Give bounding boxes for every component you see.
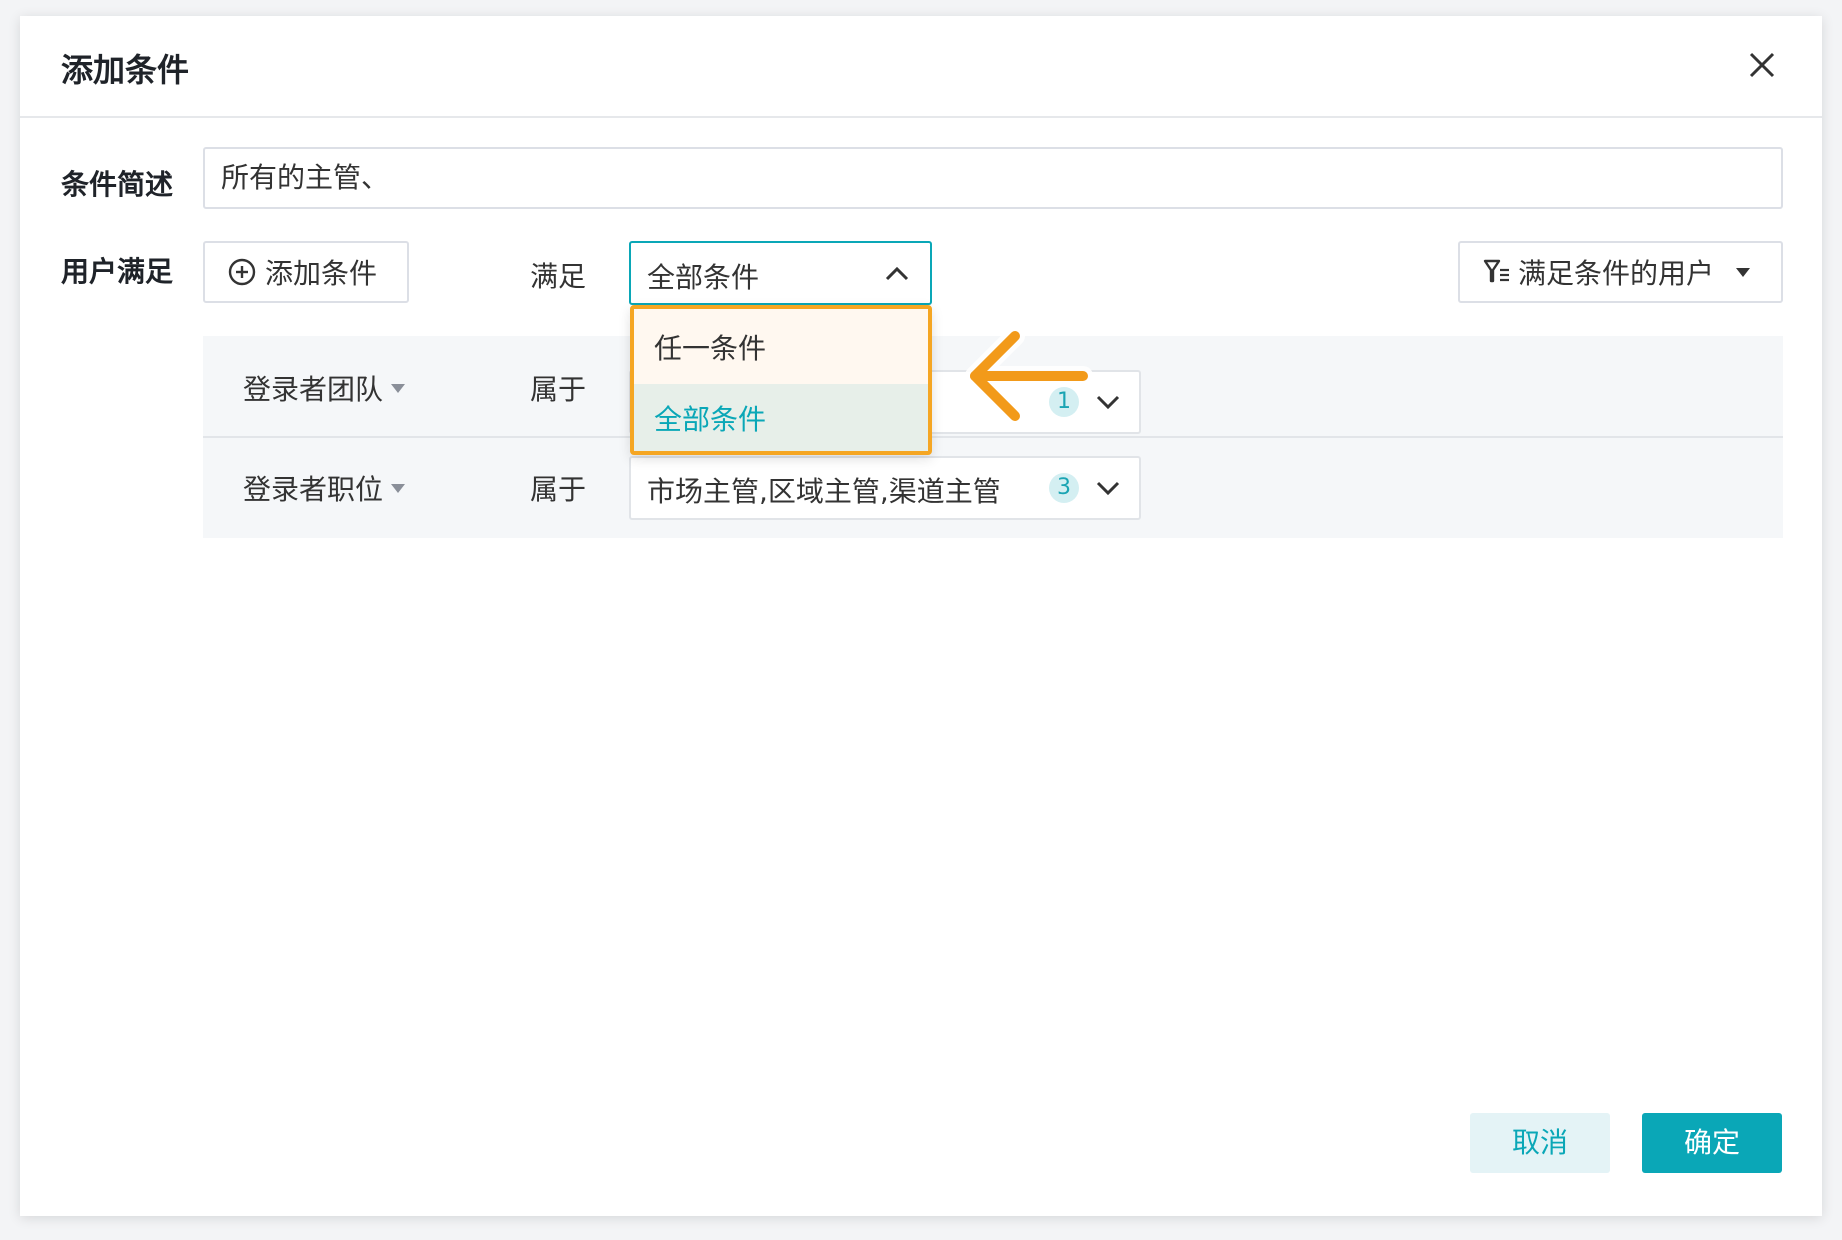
match-label: 满足 [530, 260, 587, 293]
add-condition-dialog: 添加条件 条件简述 所有的主管、 用户满足 添加条件 满足 全部条件 满足条件的… [20, 16, 1822, 1216]
count-badge: 3 [1049, 473, 1079, 503]
condition-field-select[interactable]: 登录者职位 [243, 468, 407, 508]
condition-operator: 属于 [530, 473, 587, 506]
close-button[interactable] [1742, 45, 1782, 85]
add-condition-button[interactable]: 添加条件 [203, 241, 409, 303]
filter-icon [1483, 259, 1509, 283]
matching-users-label: 满足条件的用户 [1518, 257, 1715, 290]
match-mode-value: 全部条件 [647, 261, 760, 294]
description-input[interactable]: 所有的主管、 [203, 147, 1783, 209]
add-condition-label: 添加条件 [265, 257, 378, 290]
condition-field-label: 登录者职位 [243, 473, 384, 506]
close-icon [1749, 52, 1775, 78]
match-mode-select[interactable]: 全部条件 [629, 241, 932, 305]
dropdown-option-any[interactable]: 任一条件 [634, 313, 928, 384]
condition-operator: 属于 [530, 373, 587, 406]
condition-value-text: 市场主管,区域主管,渠道主管 [647, 475, 1001, 508]
chevron-down-icon [1096, 395, 1120, 410]
caret-down-icon [391, 484, 406, 493]
description-label: 条件简述 [61, 168, 174, 201]
dialog-header: 添加条件 [20, 16, 1822, 118]
condition-field-select[interactable]: 登录者团队 [243, 368, 407, 408]
confirm-button[interactable]: 确定 [1642, 1113, 1782, 1173]
caret-down-icon [1736, 268, 1751, 277]
dropdown-option-all[interactable]: 全部条件 [634, 384, 928, 451]
annotation-arrow-icon [965, 326, 1093, 426]
plus-circle-icon [228, 258, 256, 286]
condition-field-label: 登录者团队 [243, 373, 384, 406]
caret-down-icon [391, 384, 406, 393]
condition-value-select[interactable]: 市场主管,区域主管,渠道主管 3 [629, 456, 1141, 520]
dialog-title: 添加条件 [61, 51, 190, 89]
user-match-label: 用户满足 [61, 255, 174, 288]
cancel-button[interactable]: 取消 [1470, 1113, 1610, 1173]
chevron-up-icon [885, 266, 909, 281]
chevron-down-icon [1096, 481, 1120, 496]
match-mode-dropdown: 任一条件 全部条件 [630, 305, 932, 455]
condition-row: 登录者职位 属于 市场主管,区域主管,渠道主管 3 [203, 438, 1783, 538]
matching-users-button[interactable]: 满足条件的用户 [1458, 241, 1783, 303]
